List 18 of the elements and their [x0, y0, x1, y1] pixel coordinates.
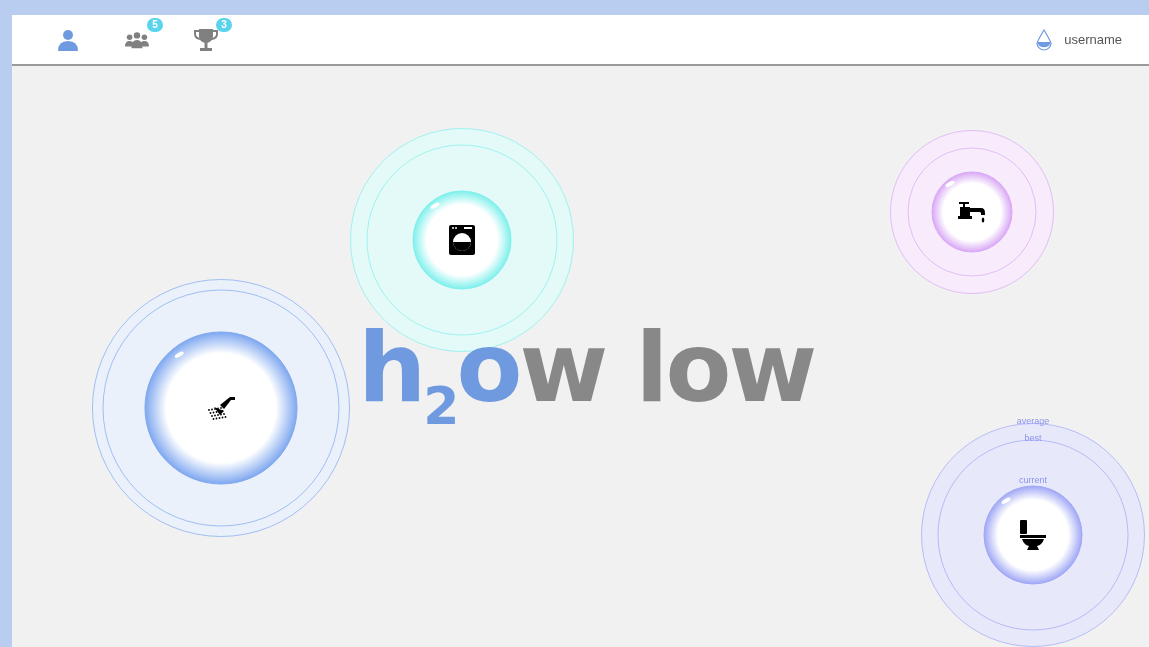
username-link[interactable]: username — [1064, 29, 1122, 50]
faucet-icon — [957, 201, 987, 223]
shower-icon — [206, 395, 236, 421]
count-badge: 5 — [147, 17, 163, 32]
usage-bubble[interactable] — [890, 130, 1054, 294]
usage-bubble[interactable] — [92, 279, 350, 537]
people-icon — [125, 30, 149, 49]
count-badge: 3 — [216, 17, 232, 32]
ring-label: best — [1024, 434, 1042, 443]
person-icon — [57, 28, 79, 51]
toilet-icon — [1020, 520, 1046, 550]
washing-machine-icon — [449, 225, 475, 255]
nav-tab[interactable] — [194, 27, 218, 52]
ring-label: current — [1019, 476, 1047, 485]
ring-label: average — [1016, 417, 1050, 426]
water-drop-icon — [1036, 28, 1053, 51]
trophy-icon — [194, 27, 218, 52]
nav-tab[interactable] — [56, 27, 80, 52]
